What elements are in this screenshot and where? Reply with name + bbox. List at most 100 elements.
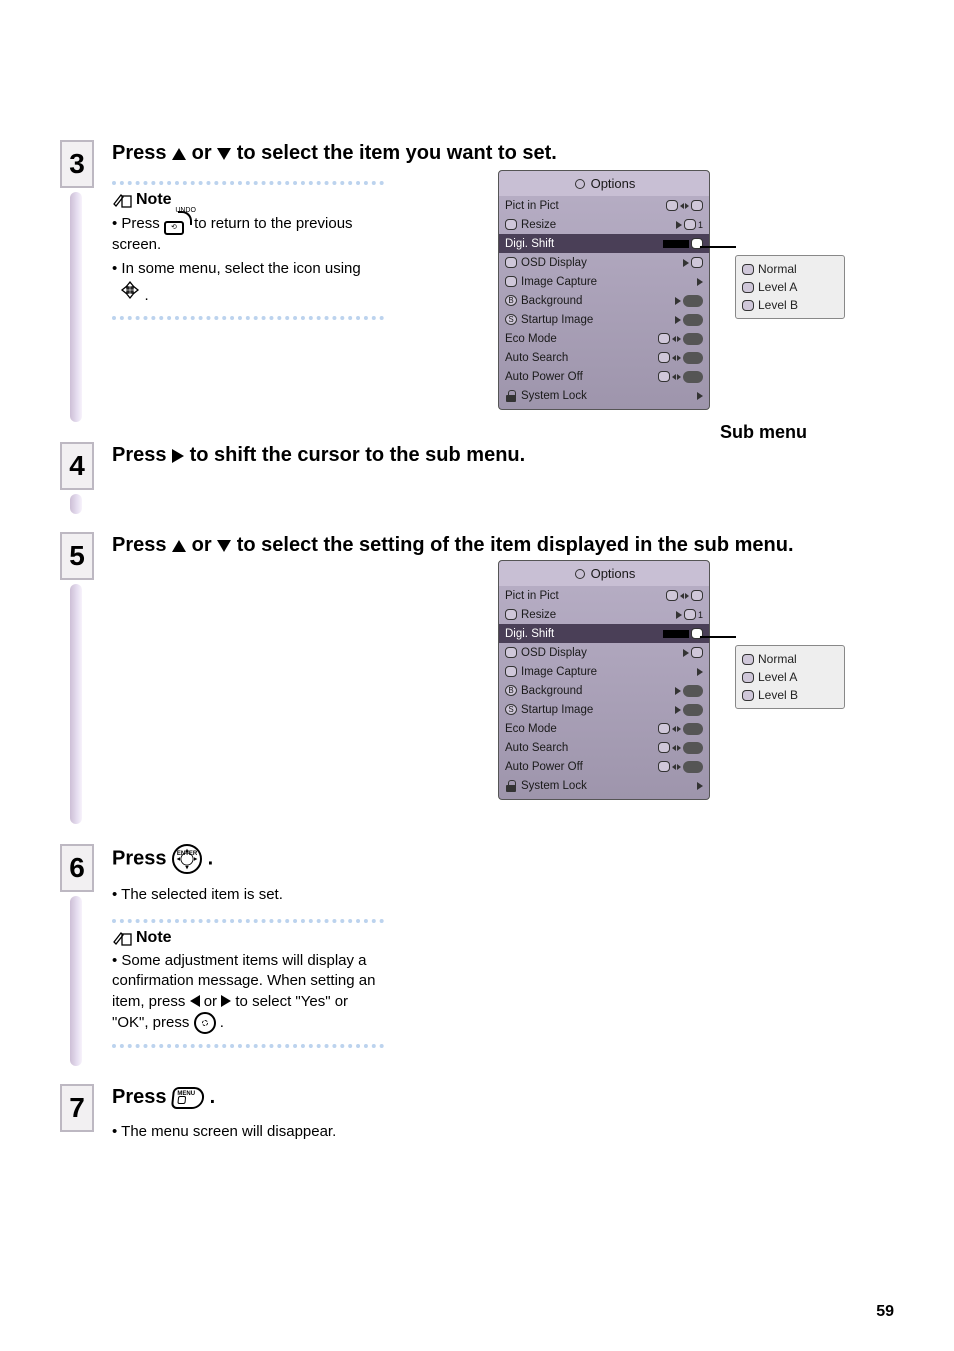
osd-title-row-2: Options (499, 561, 709, 586)
osd-label: Image Capture (521, 276, 697, 288)
undo-button-icon: UNDO ⟲ (164, 213, 190, 235)
step-3-bar (70, 192, 82, 422)
osd2-row-ecomode: Eco Mode (499, 719, 709, 738)
step-3-note-head: Note (112, 191, 384, 209)
resize-icon (505, 219, 517, 230)
osd-row-osddisplay: OSD Display (499, 253, 709, 272)
osd2-row-imgcapture: Image Capture (499, 662, 709, 681)
submenu-box-1: Normal Level A Level B (735, 255, 845, 319)
sm-lbl: Normal (758, 262, 797, 276)
up-arrow-icon (172, 540, 186, 552)
down-arrow-icon (217, 148, 231, 160)
step-3-title-c: to select the item you want to set. (237, 142, 557, 164)
step-3-number: 3 (60, 140, 94, 188)
osd-title-text-2: Options (591, 566, 636, 581)
osd2-row-background: B Background (499, 681, 709, 700)
step3-note2b: . (145, 287, 149, 304)
osd-row-imgcapture: Image Capture (499, 272, 709, 291)
enter-small-icon (194, 1012, 216, 1034)
step-6-number: 6 (60, 844, 94, 892)
osd-label: Resize (521, 609, 676, 621)
osd2-row-pictinpict: Pict in Pict (499, 586, 709, 605)
submenu-item-lb: Level B (742, 296, 838, 314)
step-7-number: 7 (60, 1084, 94, 1132)
osd-label: Auto Power Off (505, 761, 658, 773)
capture-icon (505, 666, 517, 677)
step-5-number: 5 (60, 532, 94, 580)
osd-label: Pict in Pict (505, 200, 666, 212)
submenu-item-la: Level A (742, 278, 838, 296)
sm-icon (742, 300, 754, 311)
gear-icon (573, 567, 587, 581)
osd-label: Pict in Pict (505, 590, 666, 602)
osd-row-ecomode: Eco Mode (499, 329, 709, 348)
resize-icon (505, 609, 517, 620)
step-6-body: Press . • The selected item is set. Note… (106, 844, 894, 1048)
osd-screenshot-1: Options Pict in Pict Resize 1 Digi. Shif… (498, 170, 710, 410)
display-icon (505, 257, 517, 268)
sm-icon (742, 282, 754, 293)
sm-icon (742, 654, 754, 665)
step-7-numwrap: 7 (60, 1084, 106, 1136)
s7b: The menu screen will disappear. (121, 1123, 336, 1140)
step6-title-b: . (208, 847, 214, 869)
step-6-note-head: Note (112, 929, 384, 947)
s-icon: S (505, 704, 517, 715)
osd-label: Startup Image (521, 314, 675, 326)
osd-row-pictinpict: Pict in Pict (499, 196, 709, 215)
right-arrow-icon (172, 449, 184, 463)
osd-label: Image Capture (521, 666, 697, 678)
osd-label: System Lock (521, 780, 697, 792)
right-arrow-icon (221, 995, 231, 1007)
menu-button-icon (171, 1087, 205, 1109)
step5-title-c: to select the setting of the item displa… (237, 534, 794, 556)
osd-menu: Options Pict in Pict Resize 1 Digi. Shif… (498, 170, 710, 410)
step6-b: The selected item is set. (121, 886, 283, 903)
osd-label: Eco Mode (505, 333, 658, 345)
osd-screenshot-2: Options Pict in Pict Resize 1 Digi. Shif… (498, 560, 710, 800)
step-4-row: 4 Press to shift the cursor to the sub m… (60, 442, 894, 514)
step-6-row: 6 Press . • The selected item is set. No… (60, 844, 894, 1066)
osd-label: System Lock (521, 390, 697, 402)
nav-cross-icon (120, 280, 140, 300)
step-4-numwrap: 4 (60, 442, 106, 514)
s-icon: S (505, 314, 517, 325)
submenu2-item-la: Level A (742, 668, 838, 686)
step4-title-a: Press (112, 444, 167, 466)
osd-label: Auto Search (505, 742, 658, 754)
osd-title-text: Options (591, 176, 636, 191)
osd-label: OSD Display (521, 257, 683, 269)
osd1-connector (700, 246, 736, 248)
up-arrow-icon (172, 148, 186, 160)
step-3-numwrap: 3 (60, 140, 106, 422)
s6n1d: . (220, 1014, 224, 1031)
page-number: 59 (876, 1303, 894, 1321)
osd-row-background: B Background (499, 291, 709, 310)
osd-label: Digi. Shift (505, 238, 663, 250)
osd-label: Auto Search (505, 352, 658, 364)
pencil-note-icon (112, 930, 132, 946)
osd-label: Digi. Shift (505, 628, 663, 640)
osd2-connector (700, 636, 736, 638)
step-5-title: Press or to select the setting of the it… (112, 532, 894, 559)
sm-lbl: Level A (758, 280, 797, 294)
lock-icon (505, 780, 517, 792)
osd2-row-systemlock: System Lock (499, 776, 709, 795)
step3-note1a: Press (121, 215, 164, 232)
step5-title-b: or (192, 534, 218, 556)
step-6-title: Press . (112, 844, 894, 874)
osd-row-autosearch: Auto Search (499, 348, 709, 367)
step7-title-a: Press (112, 1086, 172, 1108)
step-7-row: 7 Press . • The menu screen will disappe… (60, 1084, 894, 1142)
osd2-row-osddisplay: OSD Display (499, 643, 709, 662)
step5-title-a: Press (112, 534, 172, 556)
pencil-note-icon (112, 192, 132, 208)
osd2-row-digishift: Digi. Shift (499, 624, 709, 643)
sm-lbl: Level A (758, 670, 797, 684)
sm-icon (742, 264, 754, 275)
osd-row-resize: Resize 1 (499, 215, 709, 234)
step-3-note-bullet-2: • In some menu, select the icon using . (112, 259, 384, 306)
submenu-item-normal: Normal (742, 260, 838, 278)
step-3-title-b: or (192, 142, 218, 164)
step-4-number: 4 (60, 442, 94, 490)
